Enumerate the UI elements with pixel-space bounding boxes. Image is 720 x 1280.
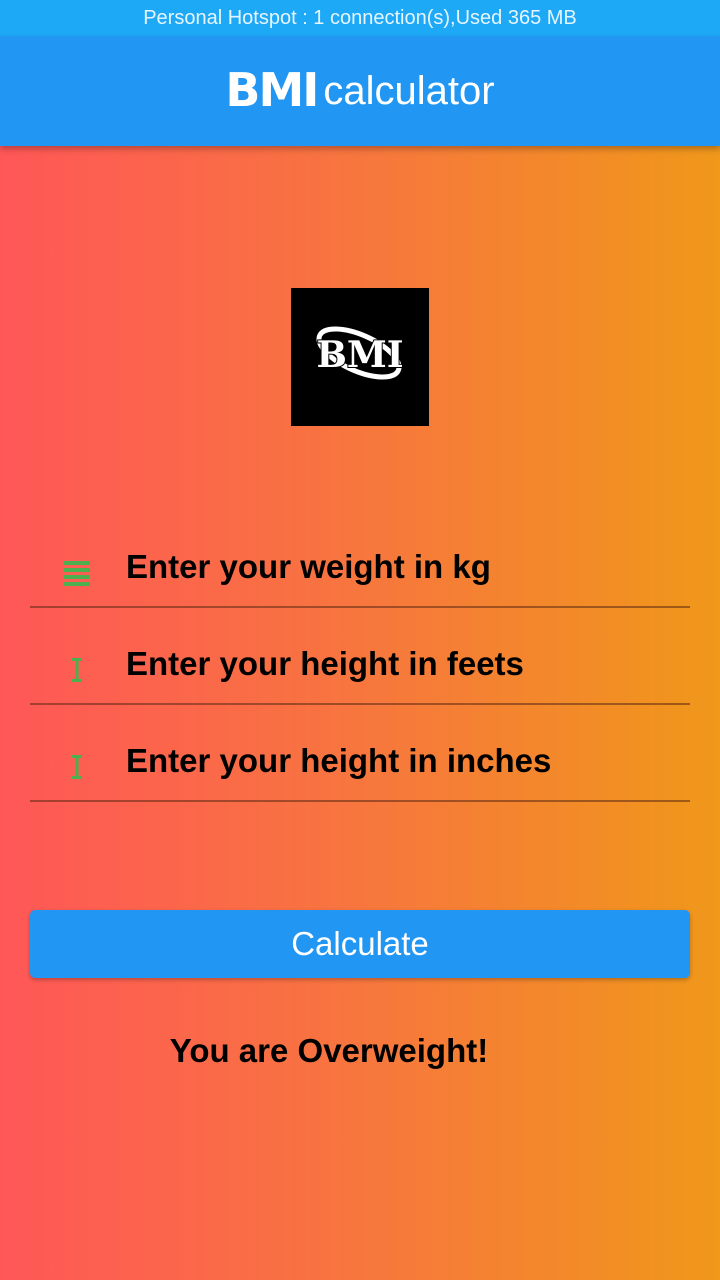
height-inches-input[interactable] [126, 736, 676, 786]
bmi-logo-icon: BMI [315, 326, 405, 380]
bmi-logo: BMI [291, 288, 429, 426]
app-title-light: calculator [323, 68, 495, 113]
weight-field [30, 534, 690, 608]
app-bar: BMI calculator [0, 36, 720, 146]
app-title-bold: BMI [225, 63, 319, 117]
screen: Personal Hotspot : 1 connection(s),Used … [0, 0, 720, 1280]
height-feet-field [30, 631, 690, 705]
height-feet-input[interactable] [126, 639, 676, 689]
weight-input[interactable] [126, 542, 676, 592]
status-bar-text: Personal Hotspot : 1 connection(s),Used … [143, 6, 577, 29]
vertical-arrows-icon [62, 655, 92, 685]
status-bar: Personal Hotspot : 1 connection(s),Used … [0, 0, 720, 36]
bmi-logo-text: BMI [316, 334, 403, 376]
vertical-arrows-icon [62, 752, 92, 782]
bmi-result-text: You are Overweight! [169, 1032, 489, 1069]
calculate-button-label: Calculate [291, 925, 429, 962]
height-inches-field [30, 728, 690, 802]
calculate-button[interactable]: Calculate [30, 910, 690, 978]
weight-lines-icon [62, 558, 92, 588]
